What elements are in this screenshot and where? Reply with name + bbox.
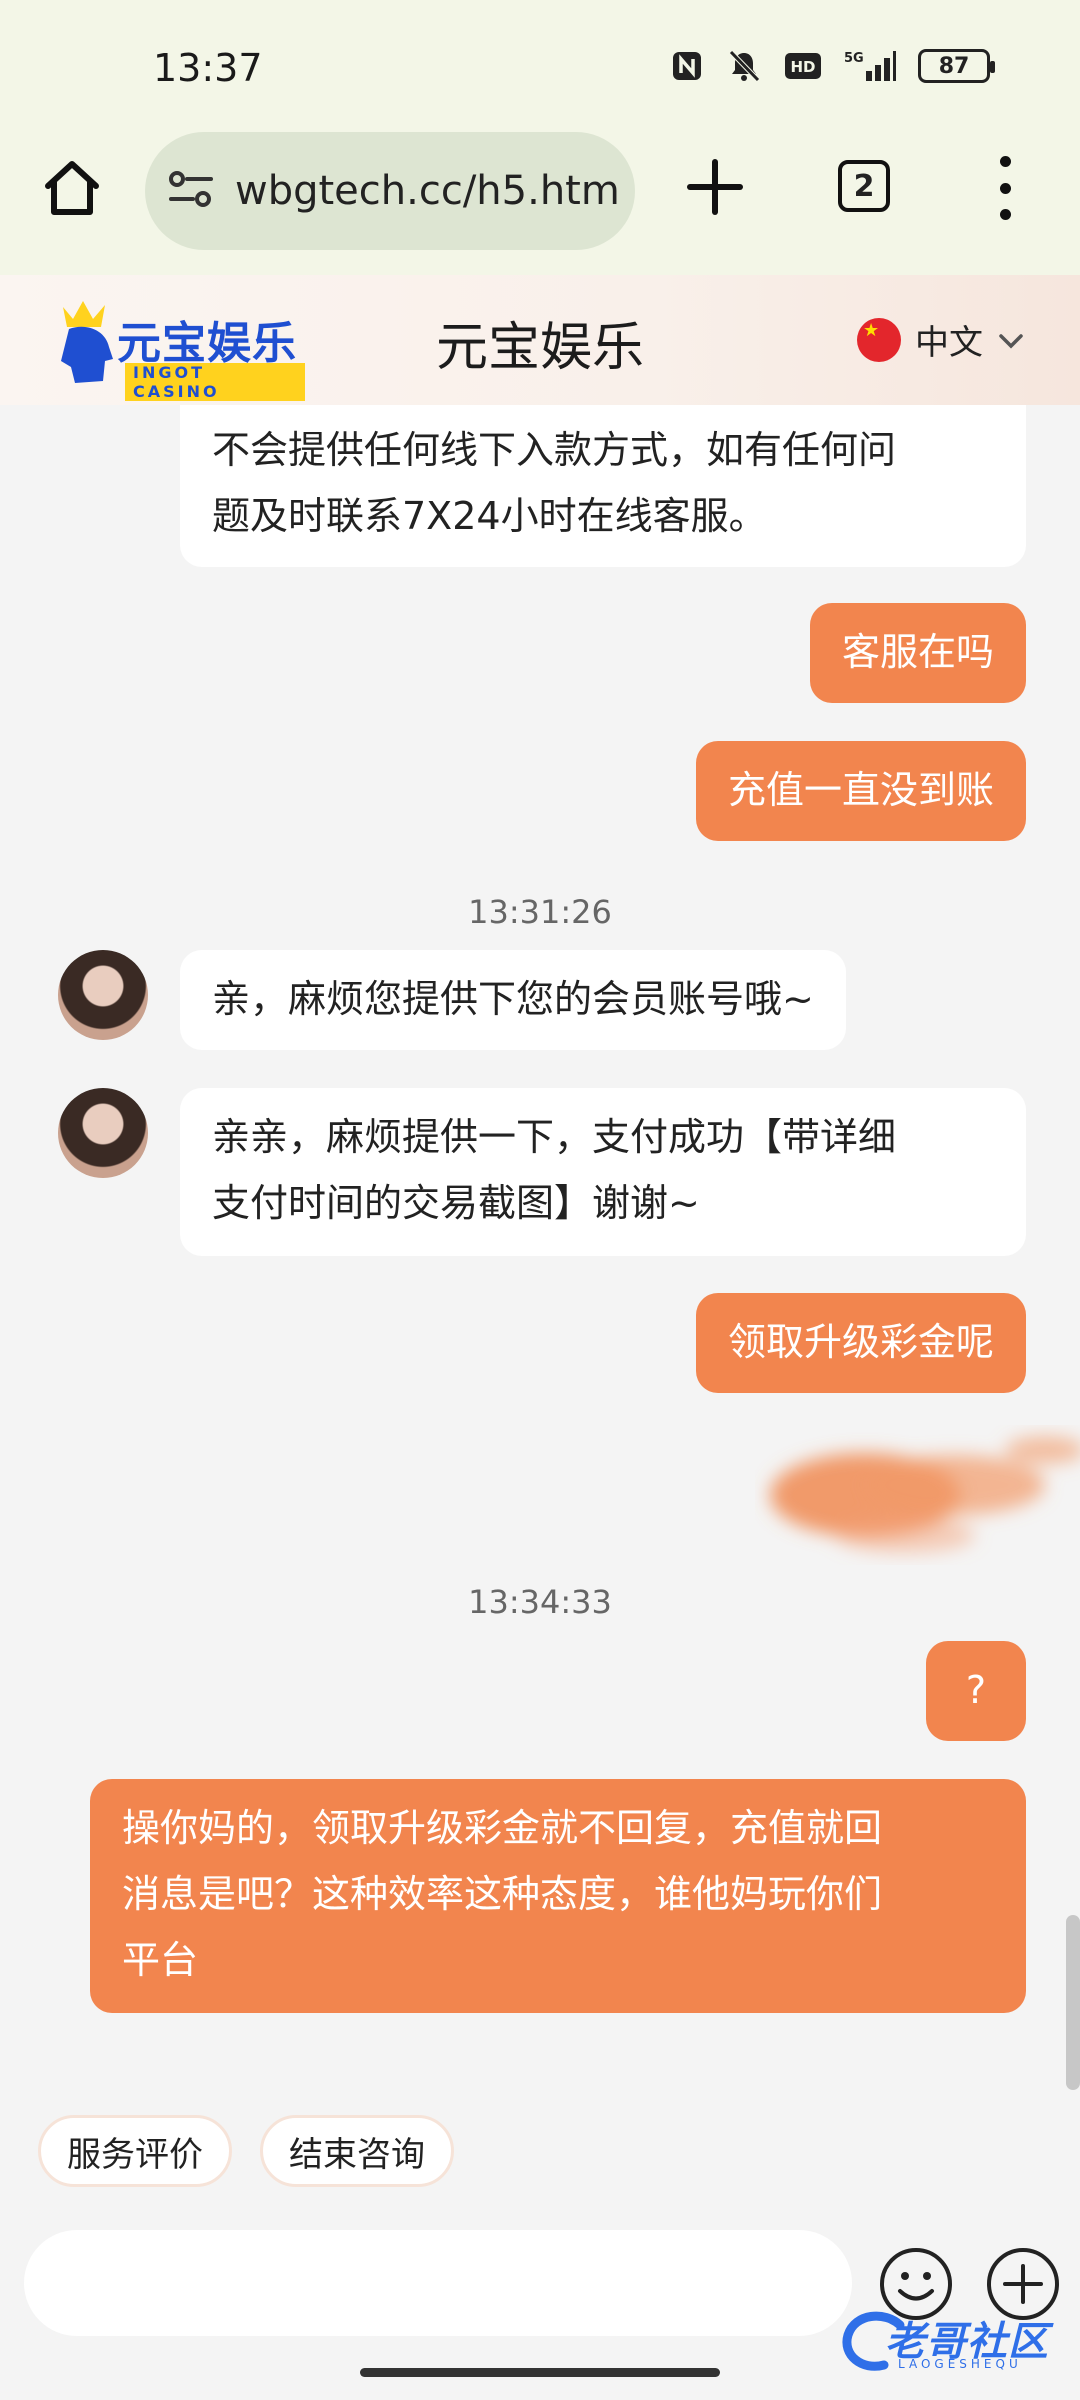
home-indicator[interactable] [360, 2368, 720, 2377]
agent-message: 不会提供任何线下入款方式，如有任何问 题及时联系7X24小时在线客服。 [180, 405, 1026, 567]
tab-switcher-button[interactable]: 2 [838, 160, 890, 212]
user-message: 客服在吗 [809, 603, 1026, 703]
user-message: 充值一直没到账 [695, 741, 1026, 841]
message-input[interactable] [24, 2230, 852, 2336]
message-timestamp: 13:34:33 [468, 1583, 612, 1621]
battery-indicator: 87 [918, 49, 995, 83]
agent-avatar [58, 950, 148, 1040]
agent-avatar [58, 1088, 148, 1178]
url-text: wbgtech.cc/h5.htm [235, 168, 620, 214]
more-menu-icon[interactable] [990, 156, 1020, 220]
agent-message: 亲，麻烦您提供下您的会员账号哦~ [180, 950, 846, 1050]
brand-logo: 元宝娱乐 INGOT CASINO [55, 297, 305, 401]
svg-text:5G: 5G [844, 51, 864, 66]
new-tab-icon[interactable] [680, 152, 750, 222]
hd-icon: HD [784, 51, 822, 81]
svg-text:HD: HD [790, 58, 815, 76]
rate-service-button[interactable]: 服务评价 [38, 2115, 232, 2187]
user-message: 领取升级彩金呢 [695, 1293, 1026, 1393]
site-settings-icon[interactable] [167, 169, 215, 213]
agent-message: 亲亲，麻烦提供一下，支付成功【带详细 支付时间的交易截图】谢谢~ [180, 1088, 1026, 1256]
redacted-message [770, 1436, 1080, 1553]
language-label: 中文 [915, 323, 983, 363]
address-bar[interactable]: wbgtech.cc/h5.htm [145, 132, 635, 250]
chat-messages[interactable]: 不会提供任何线下入款方式，如有任何问 题及时联系7X24小时在线客服。 客服在吗… [0, 405, 1080, 2095]
user-message: 操你妈的，领取升级彩金就不回复，充值就回 消息是吧？这种效率这种态度，谁他妈玩你… [90, 1779, 1026, 2013]
watermark-logo: 老哥社区 LAOGESHEQU [840, 2305, 1075, 2380]
home-icon[interactable] [40, 156, 104, 220]
china-flag-icon [857, 317, 901, 362]
app-header: 元宝娱乐 INGOT CASINO 元宝娱乐 中文 [0, 275, 1080, 405]
end-consultation-button[interactable]: 结束咨询 [260, 2115, 454, 2187]
message-timestamp: 13:31:26 [468, 893, 612, 931]
browser-toolbar: wbgtech.cc/h5.htm 2 [0, 130, 1080, 275]
5g-signal-icon: 5G [844, 49, 896, 83]
status-icons: HD 5G 87 [670, 48, 995, 84]
status-bar: 13:37 HD 5G 87 [0, 0, 1080, 130]
chat-scrollbar[interactable] [1066, 1915, 1080, 2090]
mute-icon [726, 48, 762, 84]
nfc-icon [670, 49, 704, 83]
chevron-down-icon [997, 320, 1025, 360]
language-selector[interactable]: 中文 [857, 315, 1025, 364]
user-message: ? [926, 1641, 1026, 1741]
status-time: 13:37 [153, 46, 263, 90]
